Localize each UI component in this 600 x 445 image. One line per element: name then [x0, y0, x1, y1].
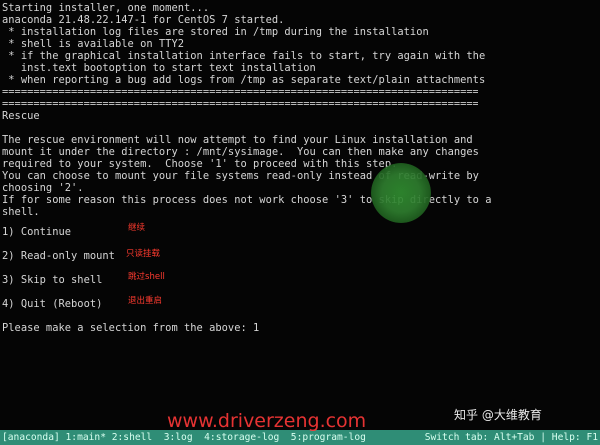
rescue-text-line: mount it under the directory : /mnt/sysi… — [2, 146, 479, 158]
annotation-continue: 继续 — [128, 223, 146, 233]
separator-line: ========================================… — [2, 86, 478, 98]
status-bar: [anaconda] 1:main* 2:shell 3:log 4:stora… — [0, 430, 600, 445]
menu-option-continue[interactable]: 1) Continue — [2, 226, 71, 238]
annotation-quit-reboot: 退出重启 — [128, 296, 163, 306]
intro-line: * installation log files are stored in /… — [2, 26, 429, 38]
rescue-text-line: shell. — [2, 206, 40, 218]
menu-option-read-only-mount[interactable]: 2) Read-only mount — [2, 250, 115, 262]
intro-line: * when reporting a bug add logs from /tm… — [2, 74, 486, 86]
intro-line: Starting installer, one moment... — [2, 2, 210, 14]
selection-prompt[interactable]: Please make a selection from the above: … — [2, 322, 259, 334]
status-tabs: [anaconda] 1:main* 2:shell 3:log 4:stora… — [2, 432, 366, 443]
intro-line: * shell is available on TTY2 — [2, 38, 184, 50]
status-help: Switch tab: Alt+Tab | Help: F1 — [424, 432, 598, 443]
terminal-screen: Starting installer, one moment... anacon… — [0, 0, 600, 445]
rescue-text-line: required to your system. Choose '1' to p… — [2, 158, 398, 170]
watermark-logo: 知乎 @大维教育 — [454, 408, 542, 422]
intro-line: anaconda 21.48.22.147-1 for CentOS 7 sta… — [2, 14, 285, 26]
rescue-title: Rescue — [2, 110, 40, 122]
annotation-skip-to-shell: 跳过shell — [128, 272, 165, 282]
mouse-highlight-circle — [371, 163, 431, 223]
separator-line: ========================================… — [2, 98, 478, 110]
watermark-url: www.driverzeng.com — [167, 410, 367, 432]
intro-line: * if the graphical installation interfac… — [2, 50, 486, 62]
rescue-text-line: The rescue environment will now attempt … — [2, 134, 473, 146]
menu-option-quit-reboot[interactable]: 4) Quit (Reboot) — [2, 298, 102, 310]
rescue-text-line: choosing '2'. — [2, 182, 84, 194]
intro-line: inst.text bootoption to start text insta… — [2, 62, 316, 74]
annotation-read-only-mount: 只读挂载 — [126, 249, 161, 259]
menu-option-skip-to-shell[interactable]: 3) Skip to shell — [2, 274, 102, 286]
